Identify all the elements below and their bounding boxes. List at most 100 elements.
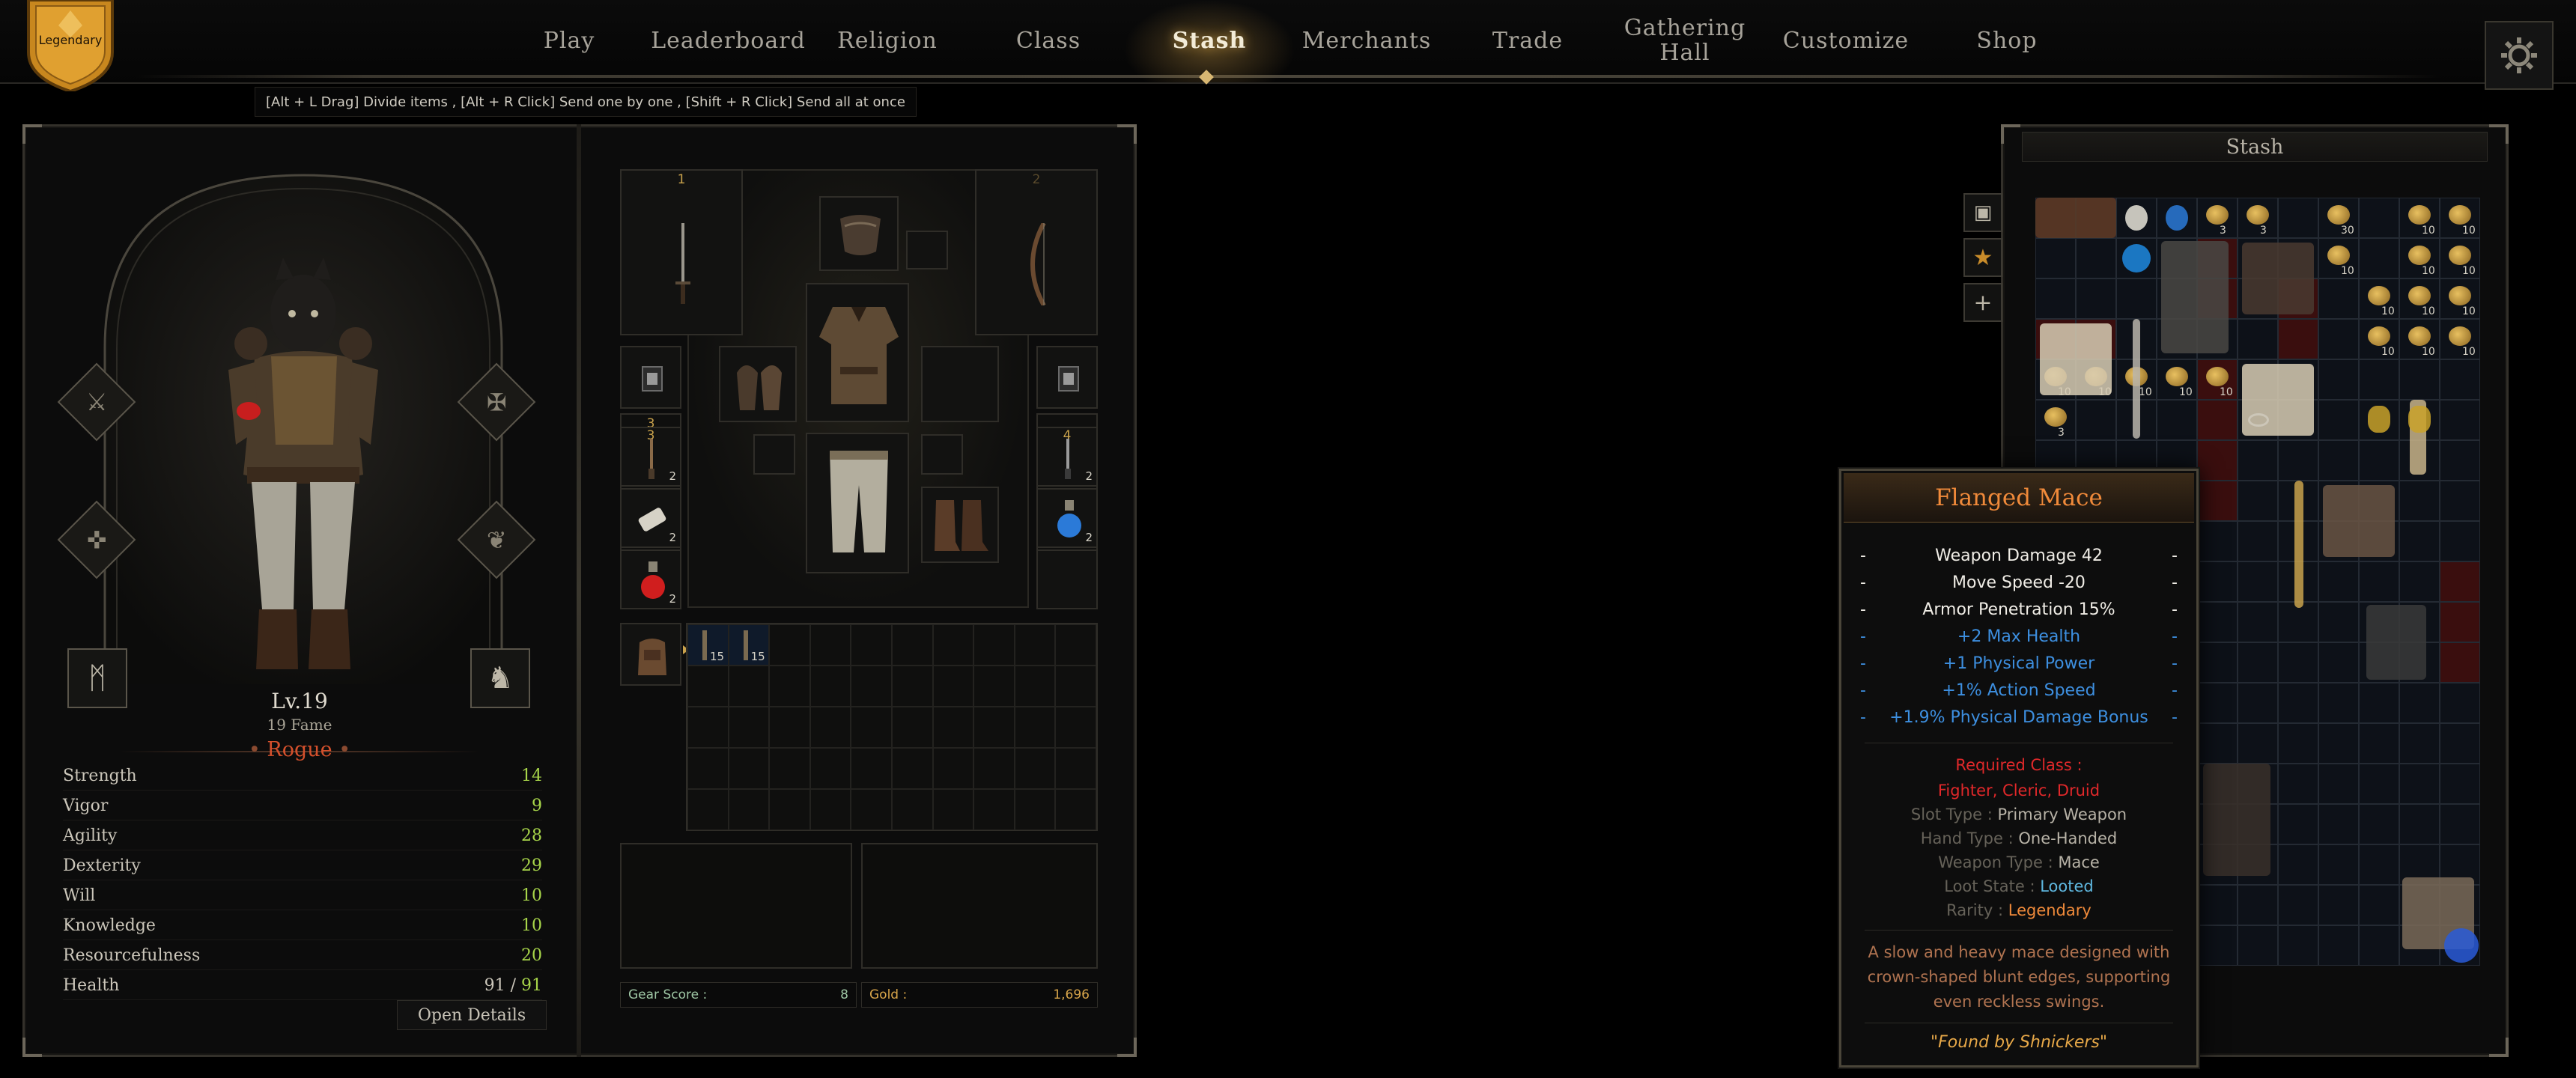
stash-cell[interactable]: [2359, 764, 2399, 804]
stash-cell[interactable]: [2440, 723, 2480, 764]
nav-leaderboard[interactable]: Leaderboard: [644, 0, 812, 81]
stash-cell[interactable]: [2359, 561, 2399, 602]
feet-slot[interactable]: [921, 487, 999, 563]
skill-slot-2[interactable]: ♞: [470, 648, 530, 708]
stash-cell[interactable]: [2035, 278, 2076, 319]
stash-cell[interactable]: [2399, 521, 2440, 561]
stash-cell[interactable]: [2238, 440, 2278, 481]
stash-cell[interactable]: [2440, 602, 2480, 642]
stash-cell[interactable]: [2197, 925, 2238, 966]
gold-coin-icon[interactable]: [2449, 286, 2471, 305]
stash-cell[interactable]: [2035, 238, 2076, 278]
stash-cell[interactable]: [2278, 925, 2318, 966]
stash-cell[interactable]: [2238, 723, 2278, 764]
stash-cell[interactable]: [2278, 642, 2318, 683]
stash-cell[interactable]: [2318, 723, 2359, 764]
stash-cell[interactable]: [2116, 278, 2157, 319]
stash-cell[interactable]: [2318, 440, 2359, 481]
stash-cell[interactable]: [2197, 481, 2238, 521]
settings-button[interactable]: [2485, 21, 2554, 90]
head-slot[interactable]: [819, 196, 899, 271]
ring-slot-left[interactable]: [753, 434, 795, 475]
stash-cell[interactable]: [2399, 723, 2440, 764]
secondary-bag-left[interactable]: [620, 843, 852, 969]
gold-coin-icon[interactable]: [2449, 246, 2471, 265]
gold-coin-icon[interactable]: [2044, 407, 2067, 427]
crystal-ball-icon[interactable]: [2444, 928, 2479, 963]
stash-cell[interactable]: [2278, 844, 2318, 885]
stash-cell[interactable]: [2440, 683, 2480, 723]
potion-icon[interactable]: [2125, 205, 2148, 231]
stash-cell[interactable]: [2440, 561, 2480, 602]
stash-cell[interactable]: [2197, 683, 2238, 723]
stash-cell[interactable]: [2278, 602, 2318, 642]
stash-cell[interactable]: [2318, 602, 2359, 642]
stash-cell[interactable]: [2359, 238, 2399, 278]
stash-cell[interactable]: [2318, 885, 2359, 925]
stash-cell[interactable]: [2318, 804, 2359, 844]
stash-cell[interactable]: [2359, 359, 2399, 400]
stash-cell[interactable]: [2278, 804, 2318, 844]
quickslot-2[interactable]: 2: [620, 488, 681, 548]
quickslot-6[interactable]: [1036, 549, 1098, 609]
gold-coin-icon[interactable]: [2166, 367, 2188, 386]
gold-coin-icon[interactable]: [2368, 326, 2390, 346]
stash-cell[interactable]: [2440, 764, 2480, 804]
leggings-icon[interactable]: [2161, 241, 2229, 353]
stash-cell[interactable]: [2238, 319, 2278, 359]
mace-icon[interactable]: [2294, 481, 2303, 608]
stash-cell[interactable]: [2359, 885, 2399, 925]
gloves-icon[interactable]: [2323, 485, 2395, 557]
stash-cell[interactable]: [2318, 561, 2359, 602]
hood-icon[interactable]: [2366, 605, 2426, 680]
stash-tab-main[interactable]: ▣: [1963, 193, 2002, 232]
utility-slot-right[interactable]: [1036, 346, 1098, 409]
stash-cell[interactable]: [2359, 804, 2399, 844]
stash-tab-favorites[interactable]: ★: [1963, 238, 2002, 277]
nav-class[interactable]: Class: [988, 0, 1108, 81]
stash-cell[interactable]: [2197, 561, 2238, 602]
necklace-slot[interactable]: [906, 231, 948, 270]
gold-coin-icon[interactable]: [2206, 367, 2229, 386]
stash-cell[interactable]: [2359, 925, 2399, 966]
stash-cell[interactable]: [2278, 198, 2318, 238]
weapon-slot-1[interactable]: 1: [620, 169, 743, 335]
utility-slot-left[interactable]: [620, 346, 681, 409]
quickslot-4[interactable]: 4 2: [1036, 427, 1098, 487]
stash-cell[interactable]: [2359, 198, 2399, 238]
nav-stash[interactable]: Stash: [1146, 0, 1273, 81]
stash-cell[interactable]: [2318, 683, 2359, 723]
magic-orb-icon[interactable]: [2122, 244, 2151, 272]
cloak-icon[interactable]: [2203, 764, 2270, 876]
gold-coin-icon[interactable]: [2408, 326, 2431, 346]
golden-mask-icon[interactable]: [2368, 406, 2390, 433]
gauntlets-icon[interactable]: [2040, 323, 2112, 395]
stash-cell[interactable]: [2399, 683, 2440, 723]
stash-cell[interactable]: [2238, 885, 2278, 925]
nav-merchants[interactable]: Merchants: [1295, 0, 1438, 81]
golden-mask-icon[interactable]: [2408, 406, 2431, 433]
nav-gathering-hall[interactable]: Gathering Hall: [1610, 0, 1760, 81]
stash-cell[interactable]: [2278, 885, 2318, 925]
stash-cell[interactable]: [2440, 359, 2480, 400]
boots-icon[interactable]: [2035, 198, 2116, 238]
stash-cell[interactable]: [2359, 440, 2399, 481]
skill-slot-1[interactable]: ᛗ: [67, 648, 127, 708]
stash-cell[interactable]: [2278, 440, 2318, 481]
quickslot-3[interactable]: 2: [620, 549, 681, 609]
gold-coin-icon[interactable]: [2449, 326, 2471, 346]
nav-play[interactable]: Play: [509, 0, 629, 81]
stash-cell[interactable]: [2076, 400, 2116, 440]
stash-cell[interactable]: [2318, 642, 2359, 683]
stash-cell[interactable]: [2238, 642, 2278, 683]
nav-shop[interactable]: Shop: [1947, 0, 2067, 81]
stash-cell[interactable]: [2197, 602, 2238, 642]
back-slot[interactable]: [921, 346, 999, 422]
gold-coin-icon[interactable]: [2206, 205, 2229, 225]
legs-slot[interactable]: [806, 433, 909, 573]
boots-icon[interactable]: [2242, 243, 2314, 314]
stash-cell[interactable]: [2278, 683, 2318, 723]
stash-cell[interactable]: [2197, 440, 2238, 481]
stash-cell[interactable]: [2318, 844, 2359, 885]
hands-slot[interactable]: [719, 346, 797, 422]
